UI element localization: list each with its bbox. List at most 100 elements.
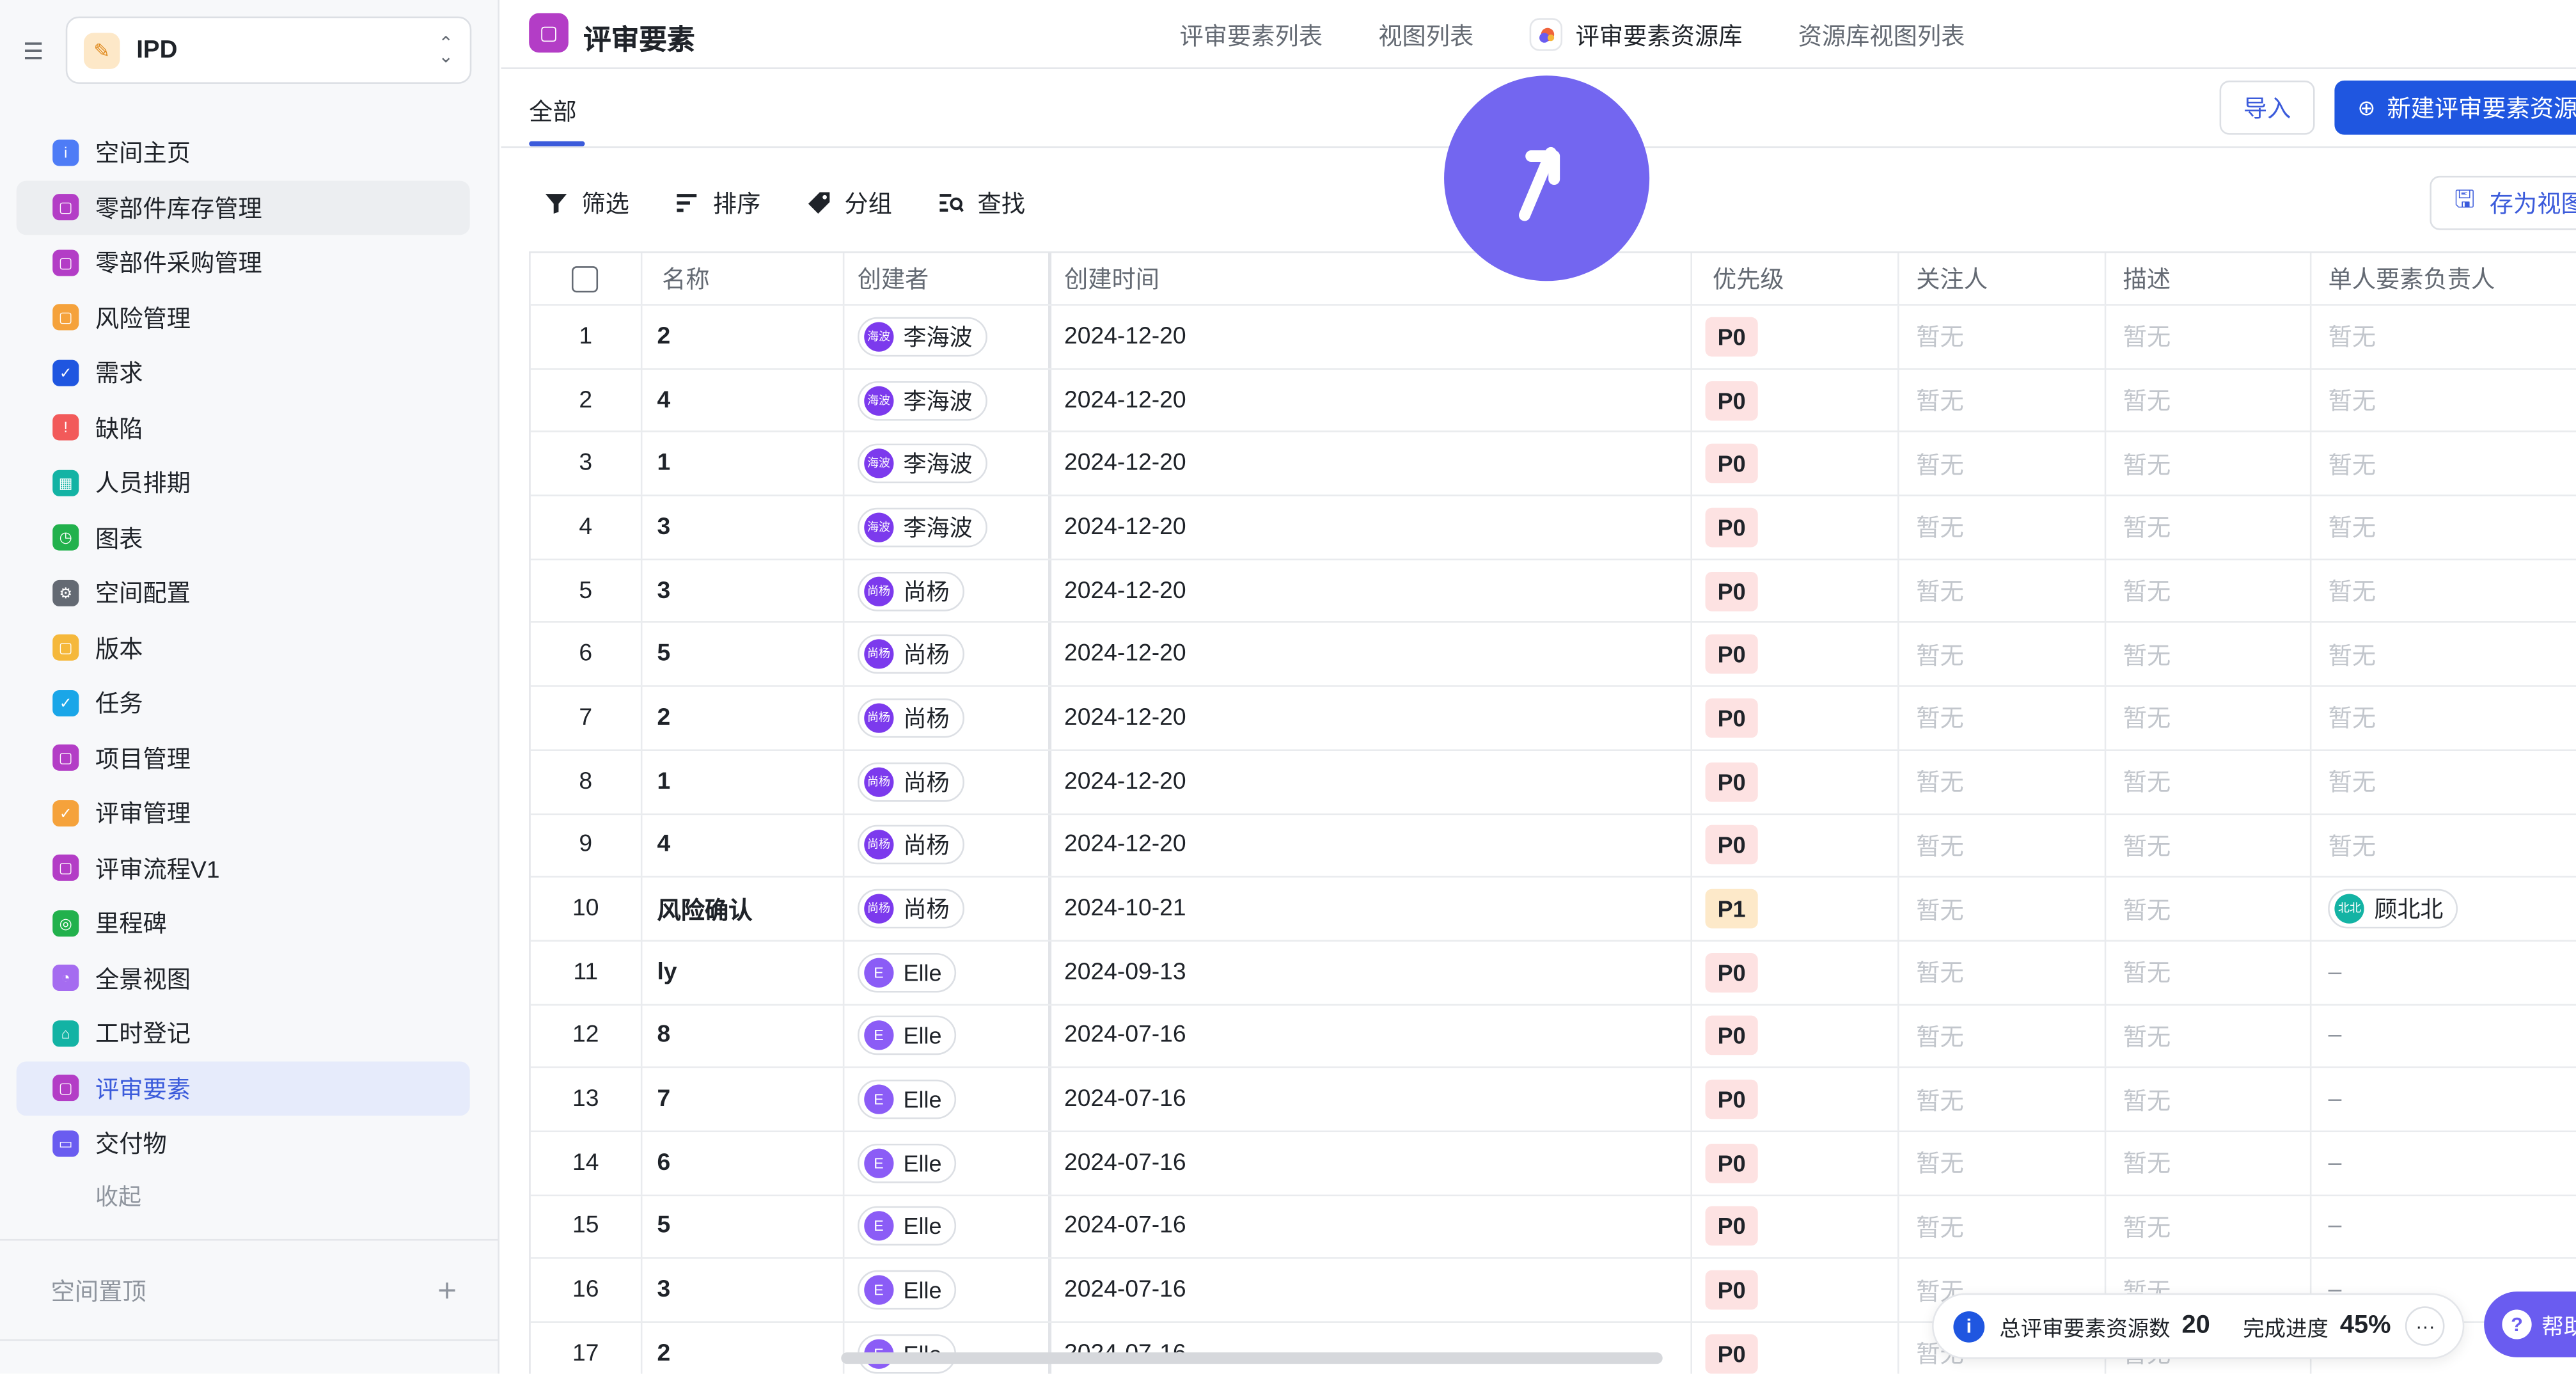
tab-resource-views[interactable]: 资源库视图列表 <box>1798 17 1965 52</box>
watchers-cell[interactable]: 暂无 <box>1900 369 2107 432</box>
sidebar-item[interactable]: ⚙ 空间配置 <box>17 565 470 620</box>
table-row[interactable]: 8 1 尚杨 尚杨 2024-12-20 P0 暂无 暂无 暂无 <box>530 750 2576 814</box>
priority-badge[interactable]: P0 <box>1706 507 1757 548</box>
expand-arrow-button[interactable] <box>1444 75 1650 281</box>
owner-cell[interactable]: 暂无 <box>2312 560 2576 622</box>
row-name[interactable]: 2 <box>642 305 845 368</box>
select-all-checkbox[interactable] <box>572 265 599 292</box>
sidebar-item[interactable]: ▢ 版本 <box>17 620 470 675</box>
description-cell[interactable]: 暂无 <box>2107 432 2312 495</box>
table-row[interactable]: 14 6 E Elle 2024-07-16 P0 暂无 暂无 – <box>530 1132 2576 1196</box>
watchers-cell[interactable]: 暂无 <box>1900 941 2107 1004</box>
description-cell[interactable]: 暂无 <box>2107 305 2312 368</box>
more-icon[interactable]: ··· <box>2405 1306 2446 1346</box>
tab-list[interactable]: 评审要素列表 <box>1179 17 1322 52</box>
watchers-cell[interactable]: 暂无 <box>1900 623 2107 686</box>
watchers-cell[interactable]: 暂无 <box>1900 560 2107 622</box>
horizontal-scrollbar[interactable] <box>841 1352 1663 1364</box>
owner-cell[interactable]: 暂无 <box>2312 624 2576 686</box>
owner-cell[interactable]: 北北 顾北北 <box>2312 878 2576 940</box>
sidebar-item[interactable]: ✓ 评审管理 <box>17 786 470 841</box>
collapse-nav-button[interactable]: 收起 <box>17 1171 470 1220</box>
view-tab-all[interactable]: 全部 <box>529 93 576 128</box>
table-row[interactable]: 6 5 尚杨 尚杨 2024-12-20 P0 暂无 暂无 暂无 <box>530 623 2576 688</box>
description-cell[interactable]: 暂无 <box>2107 1196 2312 1258</box>
creator-chip[interactable]: 尚杨 尚杨 <box>857 698 964 738</box>
description-cell[interactable]: 暂无 <box>2107 941 2312 1004</box>
help-button[interactable]: ? 帮助 <box>2484 1291 2576 1357</box>
find-button[interactable]: 查找 <box>938 186 1025 220</box>
priority-badge[interactable]: P0 <box>1706 1143 1757 1183</box>
sidebar-item[interactable]: ◎ 里程碑 <box>17 896 470 951</box>
sidebar-item[interactable]: ▢ 零部件库存管理 <box>16 180 470 235</box>
group-button[interactable]: 分组 <box>806 186 892 220</box>
owner-cell[interactable]: – <box>2312 942 2576 1004</box>
priority-badge[interactable]: P0 <box>1706 698 1757 738</box>
owner-cell[interactable]: – <box>2312 1196 2576 1258</box>
row-name[interactable]: 4 <box>642 814 845 876</box>
sidebar-item[interactable]: ◔ 全景视图 <box>17 951 470 1006</box>
tab-views[interactable]: 视图列表 <box>1378 17 1473 52</box>
creator-chip[interactable]: E Elle <box>857 1270 957 1310</box>
owner-chip[interactable]: 北北 顾北北 <box>2328 888 2458 929</box>
description-cell[interactable]: 暂无 <box>2107 687 2312 749</box>
row-name[interactable]: 3 <box>642 560 845 622</box>
table-row[interactable]: 11 ly E Elle 2024-09-13 P0 暂无 暂无 – <box>530 941 2576 1006</box>
row-name[interactable]: 2 <box>642 1322 845 1374</box>
owner-cell[interactable]: – <box>2312 1068 2576 1130</box>
sidebar-item[interactable]: ▢ 项目管理 <box>17 730 470 786</box>
import-button[interactable]: 导入 <box>2219 80 2315 135</box>
creator-chip[interactable]: E Elle <box>857 1143 957 1183</box>
space-selector[interactable]: ✎ IPD ⌃ ⌄ <box>65 16 472 84</box>
row-name[interactable]: 4 <box>642 369 845 432</box>
priority-badge[interactable]: P0 <box>1706 762 1757 802</box>
column-header-watchers[interactable]: 关注人 <box>1900 253 2107 304</box>
owner-cell[interactable]: 暂无 <box>2312 751 2576 813</box>
row-name[interactable]: ly <box>642 941 845 1004</box>
sidebar-item[interactable]: ⌂ 工时登记 <box>17 1006 470 1061</box>
priority-badge[interactable]: P0 <box>1706 1206 1757 1247</box>
add-icon[interactable]: + <box>437 1274 457 1307</box>
priority-badge[interactable]: P0 <box>1706 571 1757 611</box>
column-header-description[interactable]: 描述 <box>2107 253 2312 304</box>
sidebar-item[interactable]: i 空间主页 <box>17 125 470 180</box>
row-name[interactable]: 3 <box>642 1259 845 1322</box>
row-name[interactable]: 3 <box>642 496 845 558</box>
creator-chip[interactable]: 海波 李海波 <box>857 507 987 548</box>
table-row[interactable]: 4 3 海波 李海波 2024-12-20 P0 暂无 暂无 暂无 <box>530 496 2576 560</box>
collapse-sidebar-icon[interactable]: ☰ <box>23 36 52 66</box>
table-row[interactable]: 9 4 尚杨 尚杨 2024-12-20 P0 暂无 暂无 暂无 <box>530 814 2576 878</box>
owner-cell[interactable]: 暂无 <box>2312 433 2576 495</box>
row-name[interactable]: 6 <box>642 1132 845 1194</box>
watchers-cell[interactable]: 暂无 <box>1900 687 2107 749</box>
description-cell[interactable]: 暂无 <box>2107 560 2312 622</box>
row-name[interactable]: 5 <box>642 623 845 686</box>
table-row[interactable]: 12 8 E Elle 2024-07-16 P0 暂无 暂无 – <box>530 1005 2576 1069</box>
priority-badge[interactable]: P0 <box>1706 444 1757 484</box>
creator-chip[interactable]: 海波 李海波 <box>857 317 987 357</box>
description-cell[interactable]: 暂无 <box>2107 878 2312 940</box>
column-header-owner[interactable]: 单人要素负责人 <box>2312 253 2576 304</box>
watchers-cell[interactable]: 暂无 <box>1900 305 2107 368</box>
sidebar-item[interactable]: ✓ 任务 <box>17 675 470 730</box>
row-name[interactable]: 1 <box>642 432 845 495</box>
watchers-cell[interactable]: 暂无 <box>1900 750 2107 813</box>
creator-chip[interactable]: 海波 李海波 <box>857 444 987 484</box>
watchers-cell[interactable]: 暂无 <box>1900 814 2107 876</box>
priority-badge[interactable]: P0 <box>1706 635 1757 674</box>
sidebar-item[interactable]: ! 缺陷 <box>17 400 470 455</box>
sidebar-item[interactable]: ✓ 需求 <box>17 345 470 400</box>
sidebar-item[interactable]: ▢ 零部件采购管理 <box>17 235 470 290</box>
sidebar-item[interactable]: ▭ 交付物 <box>17 1116 470 1171</box>
sidebar-item[interactable]: ▦ 人员排期 <box>17 455 470 510</box>
description-cell[interactable]: 暂无 <box>2107 623 2312 686</box>
column-header-priority[interactable]: 优先级 <box>1693 253 1900 304</box>
description-cell[interactable]: 暂无 <box>2107 750 2312 813</box>
owner-cell[interactable]: 暂无 <box>2312 687 2576 749</box>
owner-cell[interactable]: – <box>2312 1132 2576 1194</box>
description-cell[interactable]: 暂无 <box>2107 369 2312 432</box>
row-name[interactable]: 2 <box>642 687 845 749</box>
column-header-name[interactable]: 名称 <box>642 253 845 304</box>
creator-chip[interactable]: 海波 李海波 <box>857 380 987 420</box>
sidebar-item[interactable]: ▢ 评审要素 <box>16 1061 470 1116</box>
